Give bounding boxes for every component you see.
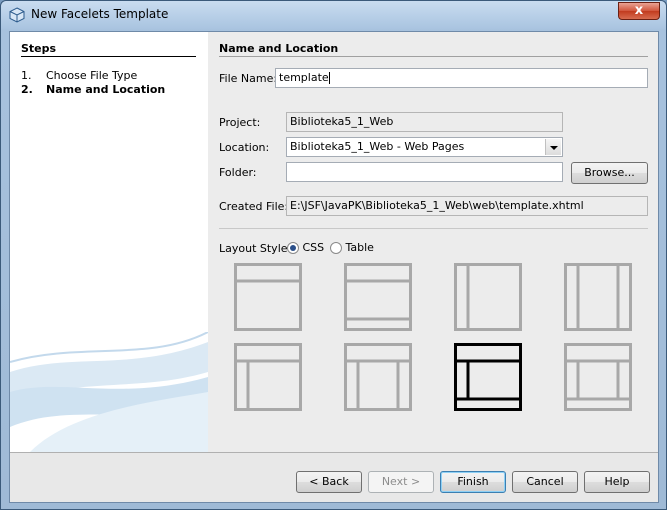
chevron-down-icon[interactable] <box>545 139 561 155</box>
step-name-and-location: 2. Name and Location <box>21 83 165 96</box>
finish-button[interactable]: Finish <box>440 471 506 493</box>
layout-option-header-three-columns-footer[interactable] <box>564 343 632 411</box>
created-file-label: Created File: <box>219 200 289 213</box>
next-button[interactable]: Next > <box>368 471 434 493</box>
step-choose-file-type: 1. Choose File Type <box>21 69 137 82</box>
dialog-window: New Facelets Template x Steps 1. Choose F… <box>0 0 667 510</box>
created-file-field: E:\JSF\JavaPK\Biblioteka5_1_Web\web\temp… <box>286 196 648 216</box>
project-field: Biblioteka5_1_Web <box>286 112 563 132</box>
cancel-button[interactable]: Cancel <box>512 471 578 493</box>
file-name-value: template <box>279 71 329 84</box>
layout-option-header-content[interactable] <box>234 263 302 331</box>
layout-style-label: Layout Style: <box>219 242 292 255</box>
layout-option-header-sidebar-footer-selected[interactable] <box>454 343 522 411</box>
step-number: 2. <box>21 83 33 96</box>
title-bar[interactable]: New Facelets Template x <box>1 1 666 29</box>
steps-title: Steps <box>21 42 57 55</box>
window-title: New Facelets Template <box>31 7 169 21</box>
steps-divider <box>21 56 196 57</box>
close-icon: x <box>634 3 644 18</box>
step-label: Name and Location <box>46 83 166 96</box>
created-file-value: E:\JSF\JavaPK\Biblioteka5_1_Web\web\temp… <box>290 199 584 212</box>
radio-selected-icon[interactable] <box>287 242 299 254</box>
layout-option-header-left-sidebar[interactable] <box>234 343 302 411</box>
help-button[interactable]: Help <box>584 471 650 493</box>
file-name-input[interactable]: template <box>275 68 648 88</box>
text-caret <box>328 72 330 84</box>
layout-css-label: CSS <box>302 241 325 254</box>
browse-button[interactable]: Browse... <box>571 162 648 184</box>
location-value: Biblioteka5_1_Web - Web Pages <box>290 140 465 153</box>
netbeans-cube-icon <box>9 7 25 23</box>
back-button[interactable]: < Back <box>296 471 362 493</box>
radio-unselected-icon[interactable] <box>330 242 342 254</box>
file-name-label: File Name: <box>219 72 278 85</box>
step-label: Choose File Type <box>46 69 138 82</box>
layout-option-three-columns[interactable] <box>564 263 632 331</box>
layout-option-left-sidebar[interactable] <box>454 263 522 331</box>
layout-option-header-three-columns[interactable] <box>344 343 412 411</box>
decorative-swoosh-graphic <box>10 332 208 452</box>
close-button[interactable]: x <box>618 2 660 20</box>
layout-css-radio[interactable]: CSS <box>287 241 324 254</box>
folder-input[interactable] <box>286 162 563 182</box>
step-number: 1. <box>21 69 32 82</box>
folder-label: Folder: <box>219 166 257 179</box>
layout-table-radio[interactable]: Table <box>330 241 374 254</box>
section-divider <box>219 56 648 57</box>
location-label: Location: <box>219 141 270 154</box>
button-bar-divider <box>10 452 658 453</box>
project-value: Biblioteka5_1_Web <box>290 115 394 128</box>
location-combobox[interactable]: Biblioteka5_1_Web - Web Pages <box>286 137 563 157</box>
project-label: Project: <box>219 116 261 129</box>
section-title: Name and Location <box>219 42 339 55</box>
layout-table-label: Table <box>345 241 374 254</box>
name-location-panel: Name and Location File Name: template Pr… <box>208 32 658 452</box>
layout-divider <box>219 228 648 229</box>
dialog-body: Steps 1. Choose File Type 2. Name and Loca… <box>9 31 659 503</box>
layout-option-header-content-footer[interactable] <box>344 263 412 331</box>
steps-panel: Steps 1. Choose File Type 2. Name and Loca… <box>10 32 208 452</box>
